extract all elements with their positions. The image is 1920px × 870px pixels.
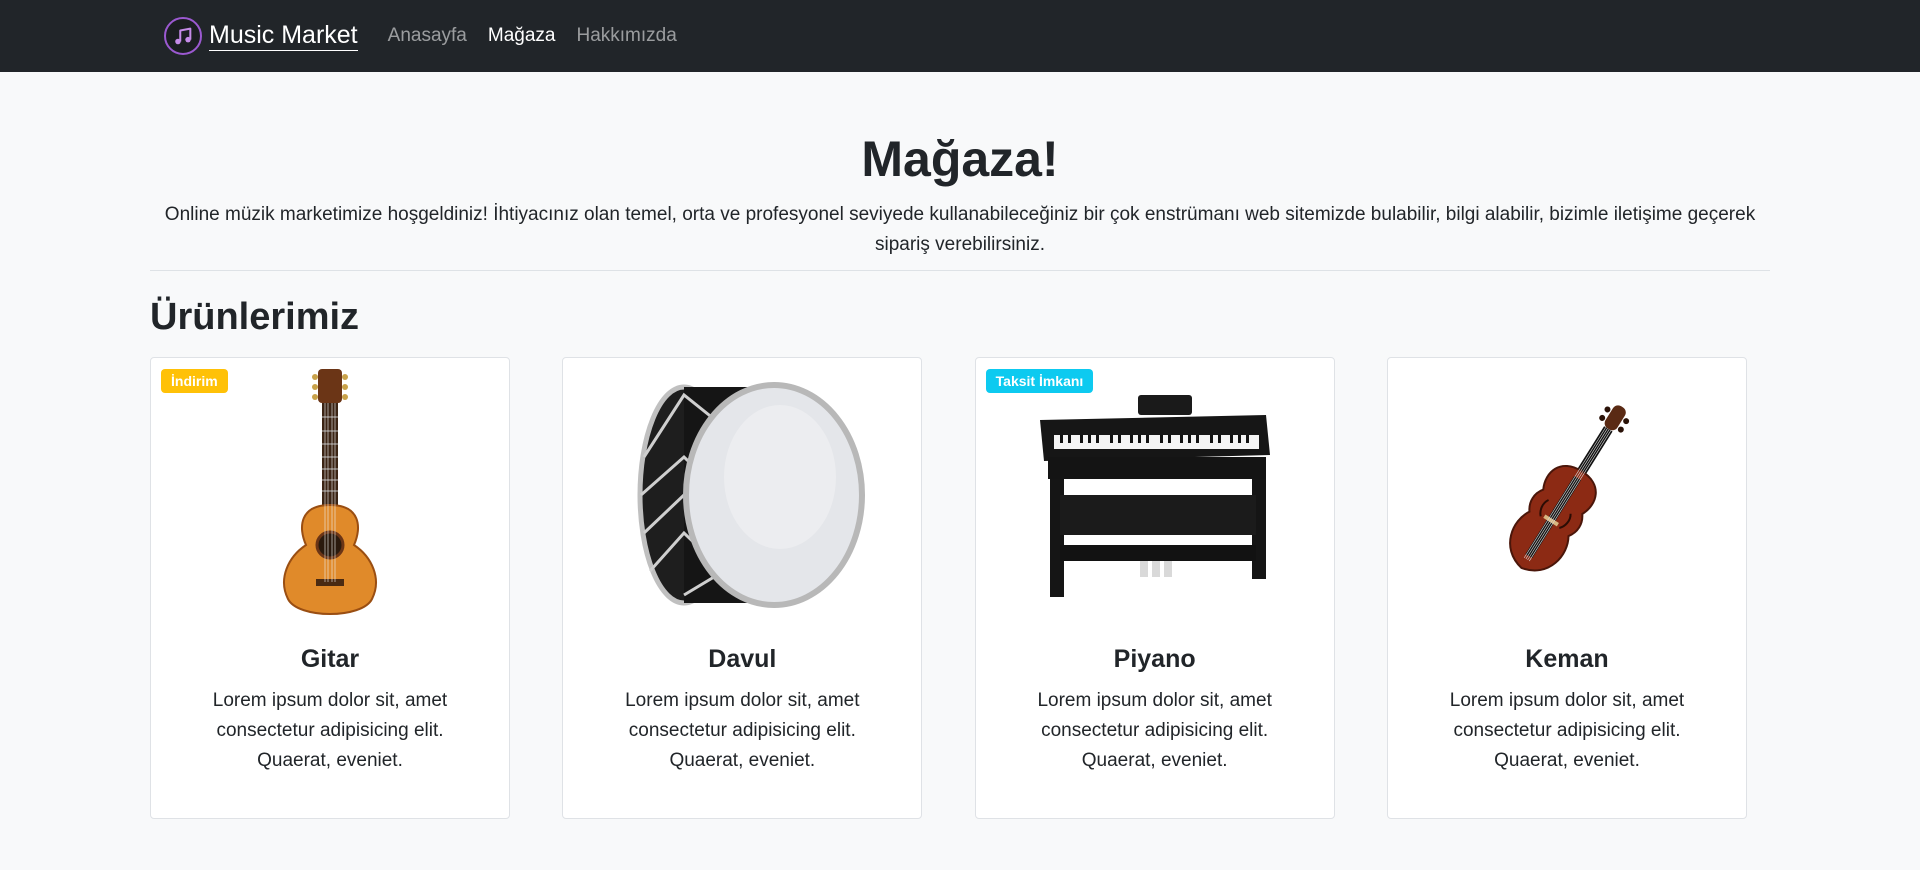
- hero-section: Mağaza! Online müzik marketimize hoşgeld…: [150, 72, 1770, 260]
- product-description: Lorem ipsum dolor sit, amet consectetur …: [1037, 689, 1272, 771]
- section-title: Ürünlerimiz: [150, 296, 360, 338]
- nav-link-anasayfa[interactable]: Anasayfa: [388, 25, 467, 47]
- nav-link-magaza[interactable]: Mağaza: [488, 25, 556, 47]
- divider: [150, 270, 1770, 271]
- drum-image: [563, 364, 921, 626]
- product-description: Lorem ipsum dolor sit, amet consectetur …: [1449, 689, 1685, 771]
- piano-image: [976, 364, 1334, 626]
- violin-image: [1388, 364, 1746, 626]
- navbar-container: Music Market Anasayfa Mağaza Hakkımızda: [150, 17, 1770, 55]
- product-cards: İndirim Gitar Lorem ipsum dolor sit, ame…: [150, 356, 1770, 819]
- brand-name: Music Market: [209, 21, 358, 51]
- hero-description: Online müzik marketimize hoşgeldiniz! İh…: [164, 204, 1756, 255]
- product-description: Lorem ipsum dolor sit, amet consectetur …: [625, 689, 860, 771]
- product-title: Piyano: [1113, 644, 1196, 673]
- product-card-gitar[interactable]: İndirim Gitar Lorem ipsum dolor sit, ame…: [150, 356, 510, 819]
- products-section: Ürünlerimiz İndirim Gitar Lorem ipsum do…: [150, 296, 1770, 819]
- page-title: Mağaza!: [861, 131, 1059, 187]
- nav-link-hakkimizda[interactable]: Hakkımızda: [576, 25, 676, 47]
- music-note-icon: [164, 17, 202, 55]
- product-card-piyano[interactable]: Taksit İmkanı Piyano Lorem ipsum dolor s…: [974, 356, 1335, 819]
- brand-link[interactable]: Music Market: [164, 17, 358, 55]
- product-card-davul[interactable]: Davul Lorem ipsum dolor sit, amet consec…: [562, 356, 923, 819]
- discount-badge: İndirim: [161, 368, 228, 393]
- product-title: Gitar: [300, 644, 360, 673]
- installment-badge: Taksit İmkanı: [985, 368, 1094, 393]
- navbar: Music Market Anasayfa Mağaza Hakkımızda: [0, 0, 1920, 72]
- product-title: Davul: [708, 644, 777, 673]
- product-description: Lorem ipsum dolor sit, amet consectetur …: [212, 689, 448, 771]
- product-title: Keman: [1525, 644, 1609, 673]
- guitar-image: [151, 364, 509, 626]
- product-card-keman[interactable]: Keman Lorem ipsum dolor sit, amet consec…: [1386, 356, 1747, 819]
